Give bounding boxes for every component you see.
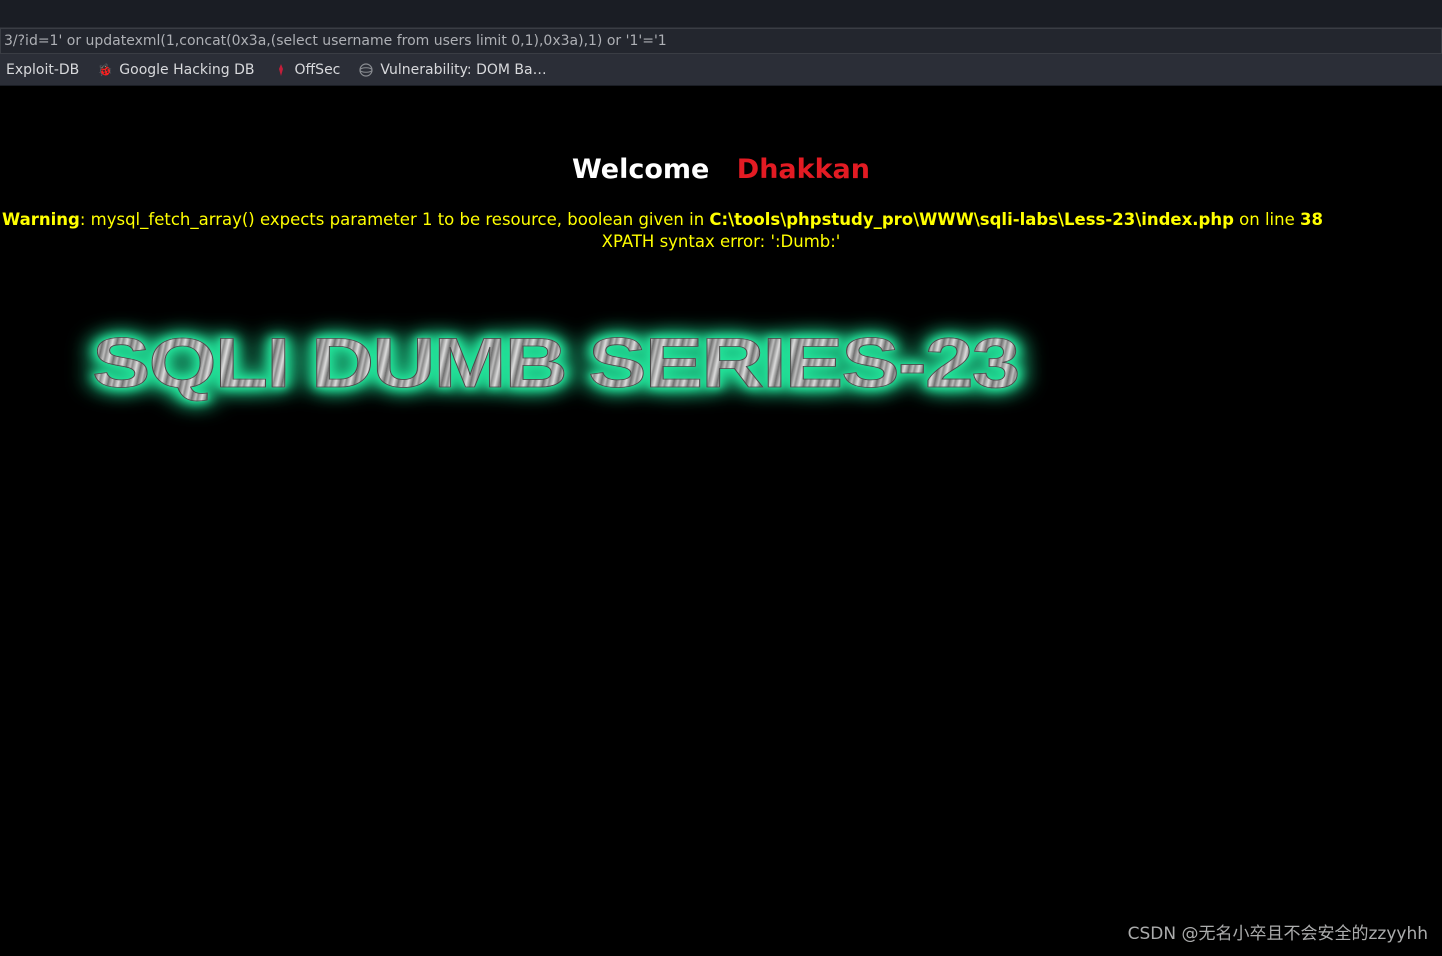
warning-filepath: C:\tools\phpstudy_pro\WWW\sqli-labs\Less… [709,210,1233,229]
url-input[interactable] [4,33,1438,49]
warning-line-number: 38 [1300,210,1323,229]
bookmark-label: OffSec [295,62,341,78]
watermark: CSDN @无名小卒且不会安全的zzyyhh [1128,919,1428,944]
bookmark-label: Exploit-DB [6,62,79,78]
welcome-label: Welcome [572,154,709,185]
bookmark-google-hacking-db[interactable]: 🐞 Google Hacking DB [93,60,258,80]
bookmark-label: Vulnerability: DOM Ba… [380,62,546,78]
bug-icon: 🐞 [97,62,113,78]
bookmark-exploit-db[interactable]: Exploit-DB [2,60,83,80]
warning-message: : mysql_fetch_array() expects parameter … [80,210,710,229]
bookmarks-bar: Exploit-DB 🐞 Google Hacking DB OffSec Vu… [0,54,1442,86]
window-titlebar [0,0,1442,28]
php-warning-line: Warning: mysql_fetch_array() expects par… [2,209,1440,231]
xpath-error-line: XPATH syntax error: ':Dumb:' [2,231,1440,253]
php-error-block: Warning: mysql_fetch_array() expects par… [0,209,1442,254]
globe-icon [358,62,374,78]
address-bar[interactable] [0,28,1442,54]
welcome-heading: Welcome Dhakkan [0,154,1442,185]
banner-text: SQLI DUMB SERIES-23 [92,322,1018,403]
welcome-name: Dhakkan [737,154,870,185]
warning-online: on line [1234,210,1300,229]
page-content: Welcome Dhakkan Warning: mysql_fetch_arr… [0,154,1442,413]
offsec-icon [273,62,289,78]
bookmark-vulnerability-dom[interactable]: Vulnerability: DOM Ba… [354,60,550,80]
bookmark-offsec[interactable]: OffSec [269,60,345,80]
series-banner: SQLI DUMB SERIES-23 [0,314,1442,413]
bookmark-label: Google Hacking DB [119,62,254,78]
warning-label: Warning [2,210,80,229]
